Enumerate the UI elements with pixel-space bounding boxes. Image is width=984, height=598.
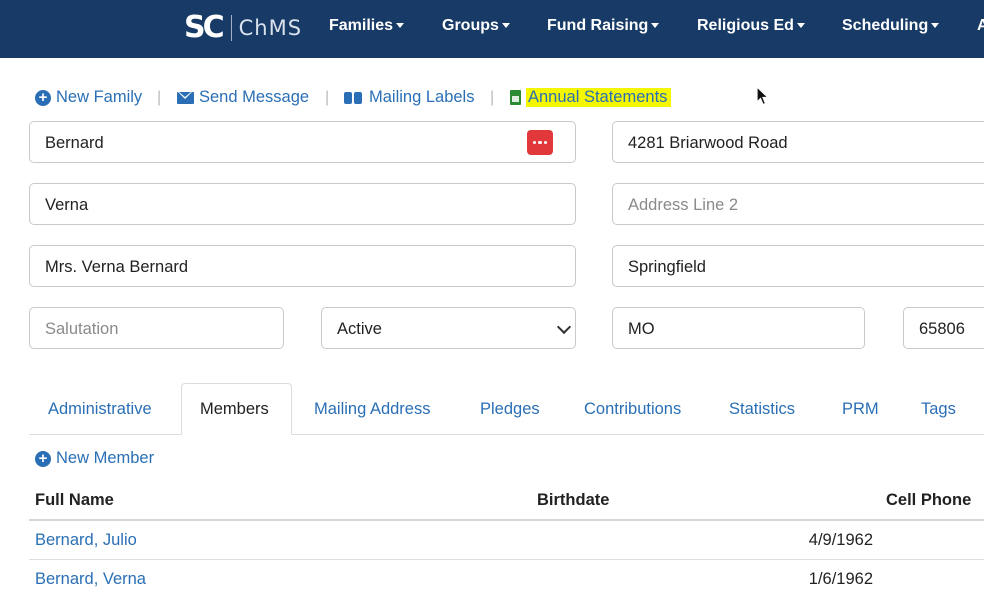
envelope-icon: [177, 91, 194, 104]
tabs-divider: [29, 434, 984, 435]
caret-down-icon: [931, 23, 940, 29]
nav-groups-label: Groups: [442, 17, 499, 34]
state-value: MO: [628, 320, 655, 338]
action-separator: |: [325, 89, 330, 106]
caret-down-icon: [501, 23, 510, 29]
member-birthdate: 4/9/1962: [808, 531, 873, 549]
column-header-full-name[interactable]: Full Name: [35, 491, 114, 510]
zip-value: 65806: [919, 320, 965, 338]
zip-input[interactable]: 65806: [903, 307, 984, 349]
dot-icon: [532, 140, 537, 145]
table-header-divider: [29, 519, 984, 521]
salutation-input[interactable]: Salutation: [29, 307, 284, 349]
tab-administrative[interactable]: Administrative: [48, 400, 152, 419]
nav-fund-raising-label: Fund Raising: [547, 17, 649, 34]
plus-circle-icon: +: [35, 450, 51, 467]
tab-pledges[interactable]: Pledges: [480, 400, 540, 419]
nav-religious-ed-label: Religious Ed: [697, 17, 794, 34]
nav-fund-raising[interactable]: Fund Raising: [547, 17, 660, 35]
plus-circle-icon: +: [35, 89, 51, 106]
new-member-label: New Member: [56, 449, 155, 467]
nav-families-label: Families: [329, 17, 394, 34]
mailing-labels-link[interactable]: Mailing Labels: [344, 88, 474, 107]
mouse-cursor-icon: [756, 86, 770, 106]
tab-statistics[interactable]: Statistics: [729, 400, 795, 419]
annual-statements-label: Annual Statements: [526, 88, 672, 107]
new-family-link[interactable]: + New Family: [35, 88, 142, 107]
display-name-value: Mrs. Verna Bernard: [45, 258, 189, 276]
last-name-input[interactable]: Bernard: [29, 121, 576, 163]
new-member-link[interactable]: + New Member: [35, 449, 154, 468]
dot-icon: [538, 140, 542, 145]
tab-contributions[interactable]: Contributions: [584, 400, 681, 419]
mailing-labels-label: Mailing Labels: [369, 88, 475, 106]
dot-icon: [543, 140, 548, 145]
member-birthdate: 1/6/1962: [808, 570, 873, 588]
tab-prm[interactable]: PRM: [842, 400, 879, 419]
column-header-birthdate[interactable]: Birthdate: [537, 491, 609, 510]
brand-name: ChMS: [238, 16, 303, 40]
more-options-button[interactable]: [527, 130, 553, 155]
caret-down-icon: [651, 23, 660, 29]
status-select[interactable]: Active: [321, 307, 576, 349]
member-name-link[interactable]: Bernard, Verna: [35, 570, 146, 589]
brand-logo-mark: SC: [184, 10, 225, 45]
column-header-cell-phone[interactable]: Cell Phone: [886, 491, 971, 510]
send-message-label: Send Message: [199, 88, 310, 106]
address-line-2-placeholder: Address Line 2: [628, 196, 739, 214]
action-separator: |: [157, 89, 162, 106]
brand-divider: [230, 15, 232, 41]
send-message-link[interactable]: Send Message: [177, 88, 309, 107]
nav-truncated[interactable]: A: [977, 17, 984, 35]
nav-families[interactable]: Families: [329, 17, 405, 35]
new-family-label: New Family: [56, 88, 143, 106]
address-card-icon: [344, 91, 364, 104]
display-name-input[interactable]: Mrs. Verna Bernard: [29, 245, 576, 287]
annual-statements-link[interactable]: Annual Statements: [510, 88, 672, 107]
document-icon: [510, 90, 521, 105]
tab-tags[interactable]: Tags: [921, 400, 956, 419]
first-name-value: Verna: [45, 196, 89, 214]
chevron-down-icon: [556, 319, 572, 335]
row-divider: [29, 559, 984, 560]
nav-groups[interactable]: Groups: [442, 17, 510, 35]
tab-members[interactable]: Members: [181, 383, 292, 435]
address-line-1-input[interactable]: 4281 Briarwood Road: [612, 121, 984, 163]
nav-truncated-label: A: [977, 17, 984, 34]
address-line-2-input[interactable]: Address Line 2: [612, 183, 984, 225]
state-input[interactable]: MO: [612, 307, 865, 349]
top-navbar: SC ChMS Families Groups Fund Raising Rel…: [0, 0, 984, 58]
member-name-link[interactable]: Bernard, Julio: [35, 531, 137, 550]
salutation-placeholder: Salutation: [45, 320, 119, 338]
tab-members-label: Members: [200, 400, 269, 418]
tab-mailing-address[interactable]: Mailing Address: [314, 400, 430, 419]
action-separator: |: [490, 89, 495, 106]
nav-scheduling-label: Scheduling: [842, 17, 929, 34]
address-line-1-value: 4281 Briarwood Road: [628, 134, 788, 152]
caret-down-icon: [396, 23, 405, 29]
caret-down-icon: [796, 23, 805, 29]
nav-religious-ed[interactable]: Religious Ed: [697, 17, 805, 35]
city-input[interactable]: Springfield: [612, 245, 984, 287]
first-name-input[interactable]: Verna: [29, 183, 576, 225]
last-name-value: Bernard: [45, 134, 104, 152]
brand-logo[interactable]: SC ChMS: [184, 12, 302, 44]
nav-scheduling[interactable]: Scheduling: [842, 17, 940, 35]
city-value: Springfield: [628, 258, 706, 276]
status-value: Active: [337, 320, 382, 338]
